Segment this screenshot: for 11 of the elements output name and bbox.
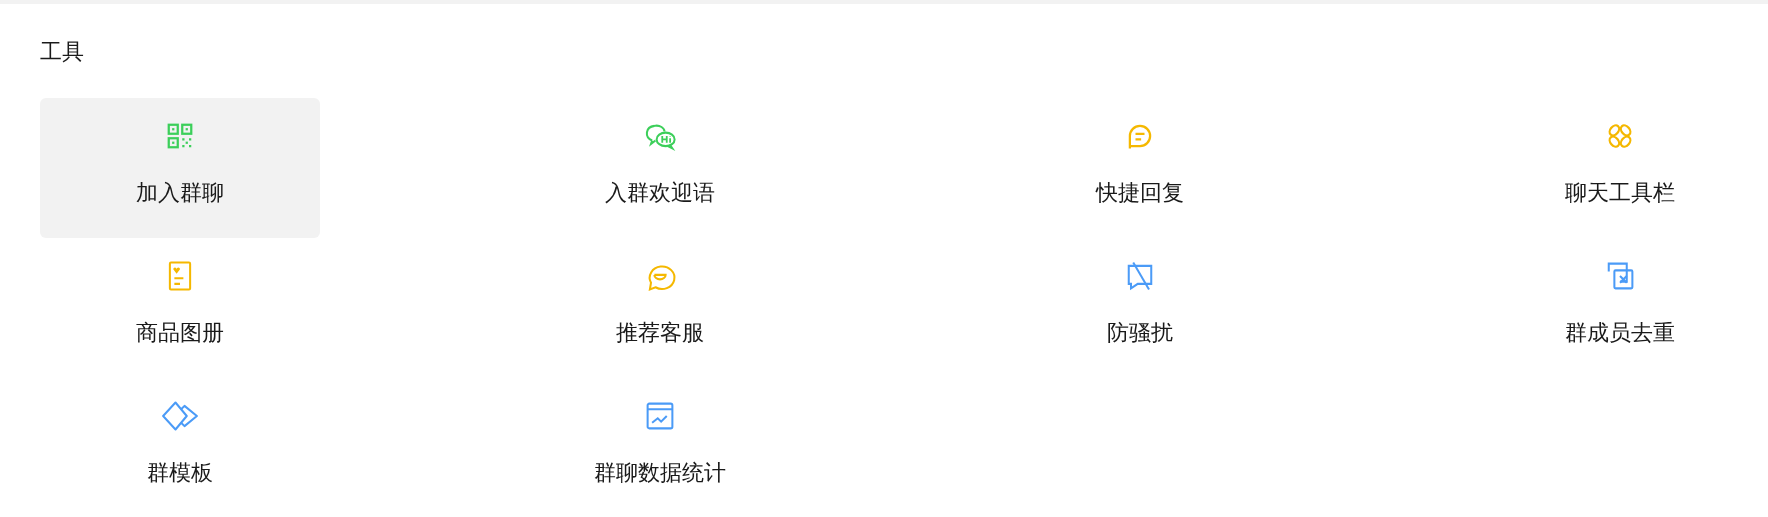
tool-item[interactable]: 快捷回复 [1000,98,1280,238]
tool-item[interactable]: 防骚扰 [1000,238,1280,378]
tool-item[interactable]: 群模板 [40,378,320,517]
tool-item[interactable]: 群聊数据统计 [520,378,800,517]
tool-item[interactable]: 商品图册 [40,238,320,378]
section-title: 工具 [40,38,85,66]
tool-item[interactable]: 加入群聊 [40,98,320,238]
tool-item[interactable]: 聊天工具栏 [1480,98,1760,238]
tool-item[interactable]: 群成员去重 [1480,238,1760,378]
tool-item[interactable]: 推荐客服 [520,238,800,378]
tool-item[interactable]: 入群欢迎语 [520,98,800,238]
